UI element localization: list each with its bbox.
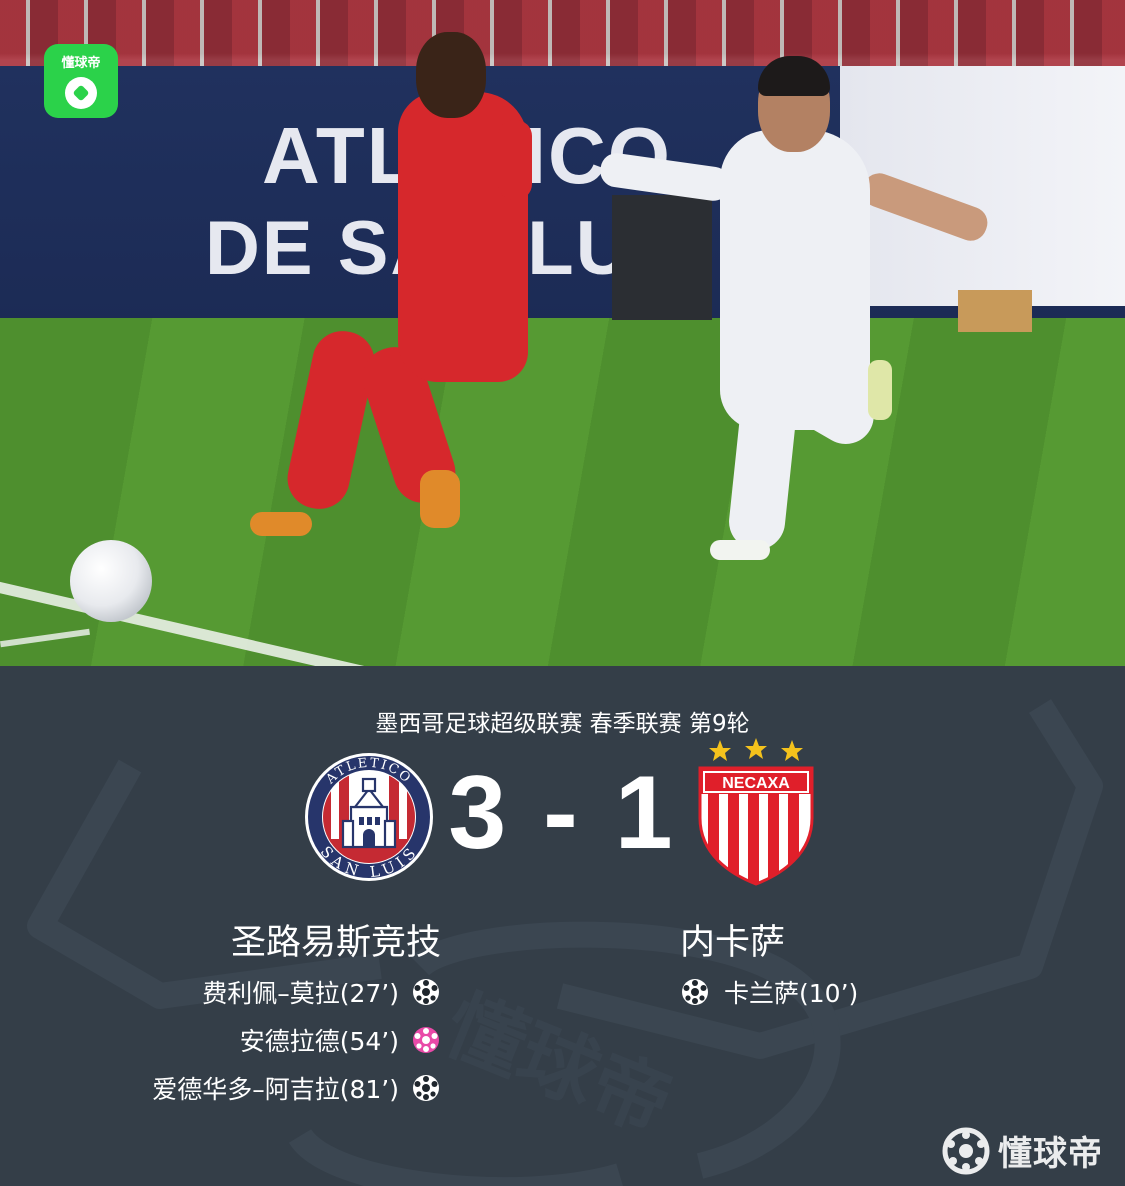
red-player-boot xyxy=(250,512,312,536)
away-crest-text: NECAXA xyxy=(722,775,790,792)
app-watermark-label: 懂球帝 xyxy=(61,56,101,71)
football-icon xyxy=(942,1127,990,1174)
competition-round: 墨西哥足球超级联赛 春季联赛 第9轮 xyxy=(375,711,750,737)
scoreline: 3 - 1 xyxy=(440,754,685,873)
goal-icon xyxy=(682,979,708,1005)
pitchside-cabinet xyxy=(612,195,712,320)
white-player-body xyxy=(720,130,870,430)
home-score: 3 xyxy=(448,755,511,871)
home-scorer-row: 费利佩–莫拉(27’) xyxy=(152,968,441,1016)
red-player-arm xyxy=(498,120,532,200)
away-score: 1 xyxy=(614,755,677,871)
pitchside-box xyxy=(958,290,1032,332)
football xyxy=(70,540,152,622)
away-team-crest: NECAXA xyxy=(698,738,814,886)
match-result-panel: 懂球帝 墨西哥足球超级联赛 春季联赛 第9轮 ATLETICO SAN LUIS… xyxy=(0,666,1125,1186)
app-watermark: 懂球帝 xyxy=(44,44,118,118)
scorer-name: 费利佩–莫拉(27’) xyxy=(202,979,399,1008)
home-team-crest: ATLETICO SAN LUIS xyxy=(305,753,433,881)
pitch-grass xyxy=(0,318,1125,666)
home-scorer-row: 安德拉德(54’) xyxy=(152,1016,441,1064)
red-player-head xyxy=(416,32,486,118)
star-icon xyxy=(709,738,803,761)
away-scorers-list: 卡兰萨(10’) xyxy=(680,968,858,1016)
scorer-name: 卡兰萨(10’) xyxy=(724,979,859,1008)
white-player-boot xyxy=(710,540,770,560)
white-player-boot xyxy=(868,360,892,420)
goal-icon xyxy=(413,979,439,1005)
score-separator: - xyxy=(543,755,582,871)
brand-name: 懂球帝 xyxy=(998,1134,1103,1174)
red-player-boot xyxy=(420,470,460,528)
away-scorer-row: 卡兰萨(10’) xyxy=(680,968,858,1016)
home-team-name: 圣路易斯竞技 xyxy=(230,923,441,963)
home-scorers-list: 费利佩–莫拉(27’) 安德拉德(54’) 爱德华多–阿吉拉(81’) xyxy=(152,968,441,1112)
penalty-goal-icon xyxy=(413,1027,439,1053)
goal-icon xyxy=(413,1075,439,1101)
match-photo: ATLETICO DE SAN LUIS 懂球帝 xyxy=(0,0,1125,666)
stadium-stands xyxy=(0,0,1125,70)
home-scorer-row: 爱德华多–阿吉拉(81’) xyxy=(152,1064,441,1112)
scorer-name: 安德拉德(54’) xyxy=(239,1027,399,1056)
football-icon xyxy=(65,77,97,109)
scorer-name: 爱德华多–阿吉拉(81’) xyxy=(152,1075,399,1104)
away-team-name: 内卡萨 xyxy=(680,923,786,963)
brand-logo: 懂球帝 xyxy=(942,1126,1103,1175)
